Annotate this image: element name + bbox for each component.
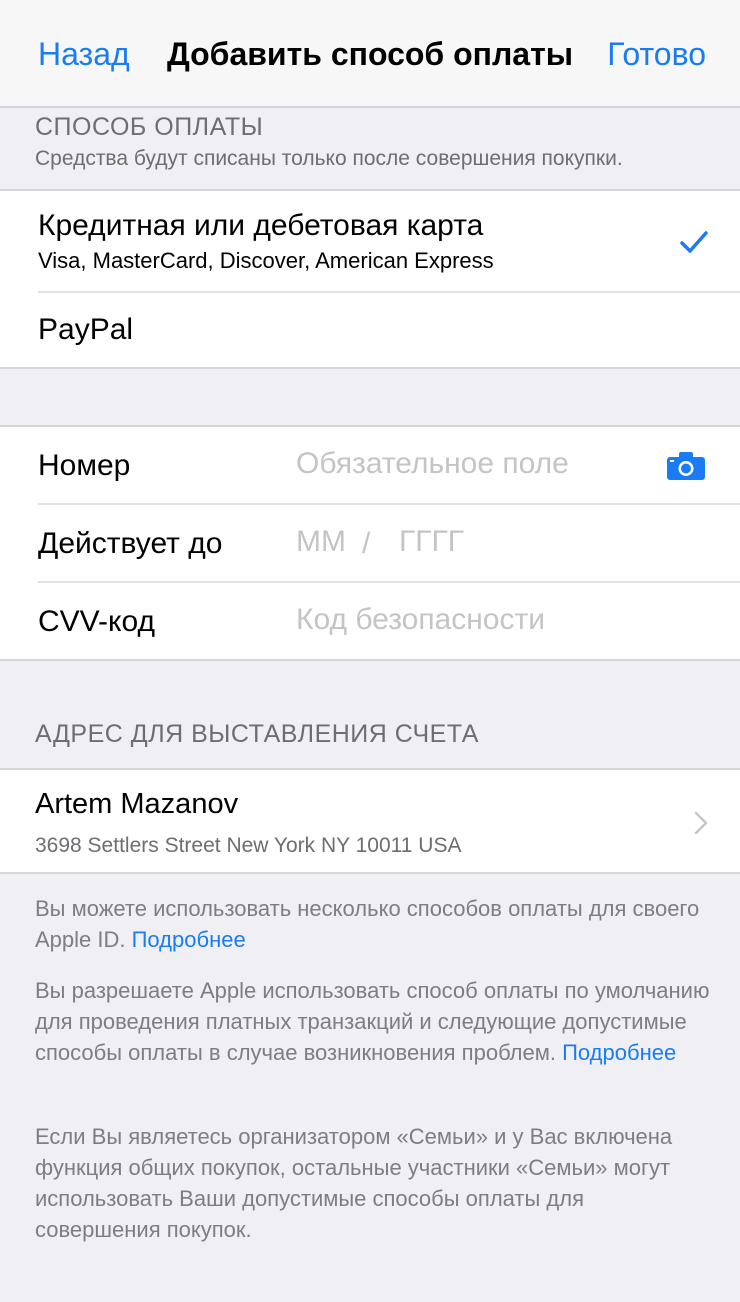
checkmark-icon	[680, 231, 708, 253]
chevron-right-icon	[694, 811, 708, 835]
billing-name: Artem Mazanov	[35, 788, 239, 820]
billing-address: 3698 Settlers Street New York NY 10011 U…	[35, 834, 462, 857]
payment-method-header: СПОСОБ ОПЛАТЫ	[35, 113, 264, 141]
expiry-month-input[interactable]	[296, 525, 356, 559]
navigation-bar: Назад Добавить способ оплаты Готово	[0, 0, 740, 108]
learn-more-link[interactable]: Подробнее	[562, 1040, 676, 1065]
expiry-separator: /	[362, 527, 371, 560]
payment-option-card-title: Кредитная или дебетовая карта	[38, 209, 484, 242]
cvv-row: CVV-код	[0, 583, 740, 659]
back-button[interactable]: Назад	[38, 36, 130, 73]
expiry-year-input[interactable]	[399, 525, 519, 559]
camera-icon[interactable]	[666, 451, 706, 481]
card-fields-group: Номер Действует до / CVV-код	[0, 425, 740, 661]
expiry-row: Действует до /	[0, 505, 740, 581]
expiry-label: Действует до	[38, 527, 223, 560]
payment-option-card[interactable]: Кредитная или дебетовая карта Visa, Mast…	[0, 191, 740, 291]
payment-option-card-subtitle: Visa, MasterCard, Discover, American Exp…	[38, 248, 494, 273]
card-number-input[interactable]	[296, 447, 646, 481]
footer-note-family: Если Вы являетесь организатором «Семьи» …	[35, 1124, 673, 1242]
billing-address-row[interactable]: Artem Mazanov 3698 Settlers Street New Y…	[0, 768, 740, 874]
done-button[interactable]: Готово	[607, 36, 706, 73]
footer-note-default-method: Вы разрешаете Apple использовать способ …	[35, 975, 715, 1068]
payment-option-paypal-title: PayPal	[38, 313, 134, 346]
learn-more-link[interactable]: Подробнее	[132, 927, 246, 952]
billing-header: АДРЕС ДЛЯ ВЫСТАВЛЕНИЯ СЧЕТА	[35, 720, 479, 748]
cvv-label: CVV-код	[38, 605, 156, 638]
card-number-row: Номер	[0, 427, 740, 503]
payment-method-subheader: Средства будут списаны только после сове…	[35, 147, 623, 170]
footer-note-apple-id: Вы можете использовать несколько способо…	[35, 893, 715, 955]
cvv-input[interactable]	[296, 603, 676, 637]
card-number-label: Номер	[38, 449, 131, 482]
payment-option-paypal[interactable]: PayPal	[0, 293, 740, 367]
payment-method-list: Кредитная или дебетовая карта Visa, Mast…	[0, 189, 740, 369]
